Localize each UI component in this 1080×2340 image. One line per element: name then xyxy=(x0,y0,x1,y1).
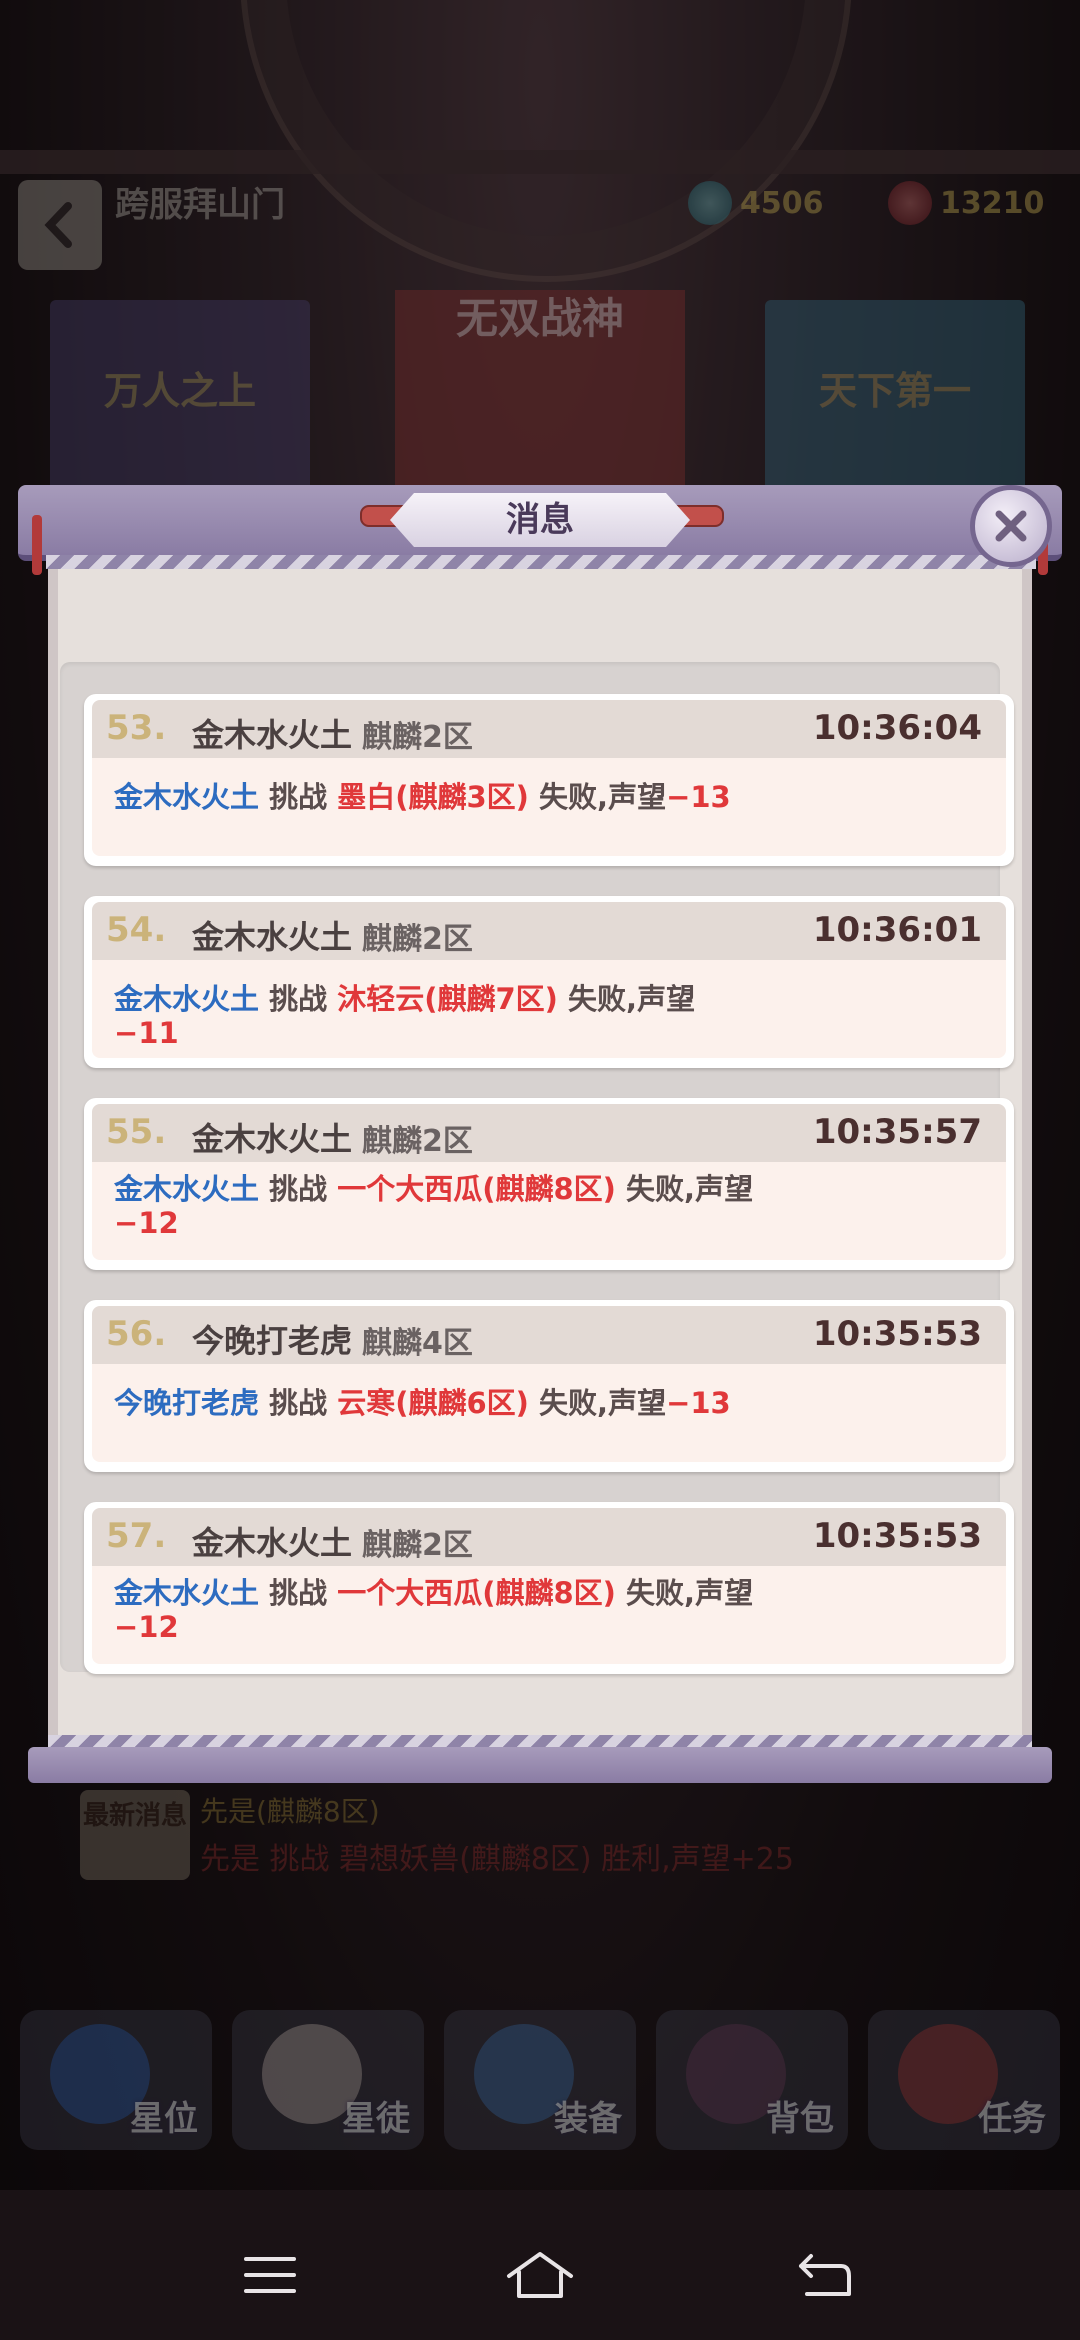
message-delta: −11 xyxy=(114,1016,179,1050)
message-attacker[interactable]: 今晚打老虎 xyxy=(114,1386,259,1420)
message-verb: 挑战 xyxy=(269,1576,328,1610)
message-text: 金木水火土 挑战 一个大西瓜(麒麟8区) 失败,声望 −12 xyxy=(114,1576,754,1644)
message-time: 10:36:01 xyxy=(812,910,982,950)
message-verb: 挑战 xyxy=(269,1386,328,1420)
message-text: 今晚打老虎 挑战 云寒(麒麟6区) 失败,声望−13 xyxy=(114,1386,754,1420)
message-card: 54. 金木水火土 麒麟2区 10:36:01 金木水火土 挑战 沐轻云(麒麟7… xyxy=(84,896,1014,1068)
message-target[interactable]: 沐轻云(麒麟7区) xyxy=(337,982,558,1016)
message-attacker[interactable]: 金木水火土 xyxy=(114,1576,259,1610)
message-result: 失败,声望 xyxy=(539,780,667,814)
message-time: 10:36:04 xyxy=(812,708,982,748)
message-result: 失败,声望 xyxy=(626,1172,754,1206)
message-card-header: 54. 金木水火土 麒麟2区 10:36:01 xyxy=(92,902,1006,960)
message-delta: −12 xyxy=(114,1610,179,1644)
message-attacker[interactable]: 金木水火土 xyxy=(114,780,259,814)
message-verb: 挑战 xyxy=(269,982,328,1016)
menu-icon xyxy=(244,2257,296,2293)
message-result: 失败,声望 xyxy=(626,1576,754,1610)
message-delta: −13 xyxy=(666,1386,731,1420)
message-text: 金木水火土 挑战 沐轻云(麒麟7区) 失败,声望 −11 xyxy=(114,982,754,1050)
message-player: 金木水火土 xyxy=(192,918,353,956)
message-zone: 麒麟2区 xyxy=(362,720,473,755)
message-player: 金木水火土 xyxy=(192,1524,353,1562)
message-text: 金木水火土 挑战 墨白(麒麟3区) 失败,声望−13 xyxy=(114,780,754,814)
back-nav-button[interactable] xyxy=(795,2245,855,2305)
message-time: 10:35:53 xyxy=(812,1516,982,1556)
message-card-body: 金木水火土 挑战 墨白(麒麟3区) 失败,声望−13 xyxy=(92,758,1006,856)
message-delta: −12 xyxy=(114,1206,179,1240)
message-zone: 麒麟4区 xyxy=(362,1326,473,1361)
dialog-top-trim xyxy=(46,555,1036,569)
dialog-bottom-rod xyxy=(28,1747,1052,1783)
tassel-left xyxy=(32,515,42,575)
message-card-header: 57. 金木水火土 麒麟2区 10:35:53 xyxy=(92,1508,1006,1566)
message-index: 57. xyxy=(106,1516,167,1556)
message-card-body: 今晚打老虎 挑战 云寒(麒麟6区) 失败,声望−13 xyxy=(92,1364,1006,1462)
message-card: 53. 金木水火土 麒麟2区 10:36:04 金木水火土 挑战 墨白(麒麟3区… xyxy=(84,694,1014,866)
message-player: 金木水火土 xyxy=(192,1120,353,1158)
message-card: 55. 金木水火土 麒麟2区 10:35:57 金木水火土 挑战 一个大西瓜(麒… xyxy=(84,1098,1014,1270)
message-index: 55. xyxy=(106,1112,167,1152)
message-player: 金木水火土 xyxy=(192,716,353,754)
close-button[interactable] xyxy=(970,485,1052,567)
dialog-title: 消息 xyxy=(390,493,690,547)
message-attacker[interactable]: 金木水火土 xyxy=(114,982,259,1016)
close-icon xyxy=(995,510,1027,542)
message-time: 10:35:53 xyxy=(812,1314,982,1354)
message-card-body: 金木水火土 挑战 一个大西瓜(麒麟8区) 失败,声望 −12 xyxy=(92,1162,1006,1260)
message-index: 56. xyxy=(106,1314,167,1354)
message-index: 54. xyxy=(106,910,167,950)
home-button[interactable] xyxy=(505,2245,575,2305)
message-verb: 挑战 xyxy=(269,1172,328,1206)
message-player: 今晚打老虎 xyxy=(192,1322,353,1360)
message-target[interactable]: 一个大西瓜(麒麟8区) xyxy=(337,1576,616,1610)
message-dialog: 消息 53. 金木水火土 麒麟2区 10:36:04 金木水火土 挑战 墨白(麒… xyxy=(18,485,1062,1805)
message-result: 失败,声望 xyxy=(568,982,696,1016)
home-icon xyxy=(507,2252,573,2298)
message-card-body: 金木水火土 挑战 沐轻云(麒麟7区) 失败,声望 −11 xyxy=(92,960,1006,1058)
message-zone: 麒麟2区 xyxy=(362,922,473,957)
message-card-body: 金木水火土 挑战 一个大西瓜(麒麟8区) 失败,声望 −12 xyxy=(92,1566,1006,1664)
message-zone: 麒麟2区 xyxy=(362,1528,473,1563)
message-card: 57. 金木水火土 麒麟2区 10:35:53 金木水火土 挑战 一个大西瓜(麒… xyxy=(84,1502,1014,1674)
message-verb: 挑战 xyxy=(269,780,328,814)
message-index: 53. xyxy=(106,708,167,748)
menu-button[interactable] xyxy=(240,2245,300,2305)
message-card-header: 53. 金木水火土 麒麟2区 10:36:04 xyxy=(92,700,1006,758)
message-card-header: 56. 今晚打老虎 麒麟4区 10:35:53 xyxy=(92,1306,1006,1364)
message-card: 56. 今晚打老虎 麒麟4区 10:35:53 今晚打老虎 挑战 云寒(麒麟6区… xyxy=(84,1300,1014,1472)
message-time: 10:35:57 xyxy=(812,1112,982,1152)
message-target[interactable]: 一个大西瓜(麒麟8区) xyxy=(337,1172,616,1206)
message-attacker[interactable]: 金木水火土 xyxy=(114,1172,259,1206)
message-target[interactable]: 云寒(麒麟6区) xyxy=(337,1386,529,1420)
message-zone: 麒麟2区 xyxy=(362,1124,473,1159)
back-arrow-icon xyxy=(799,2254,851,2296)
message-target[interactable]: 墨白(麒麟3区) xyxy=(337,780,529,814)
message-delta: −13 xyxy=(666,780,731,814)
message-card-header: 55. 金木水火土 麒麟2区 10:35:57 xyxy=(92,1104,1006,1162)
message-result: 失败,声望 xyxy=(539,1386,667,1420)
message-text: 金木水火土 挑战 一个大西瓜(麒麟8区) 失败,声望 −12 xyxy=(114,1172,754,1240)
